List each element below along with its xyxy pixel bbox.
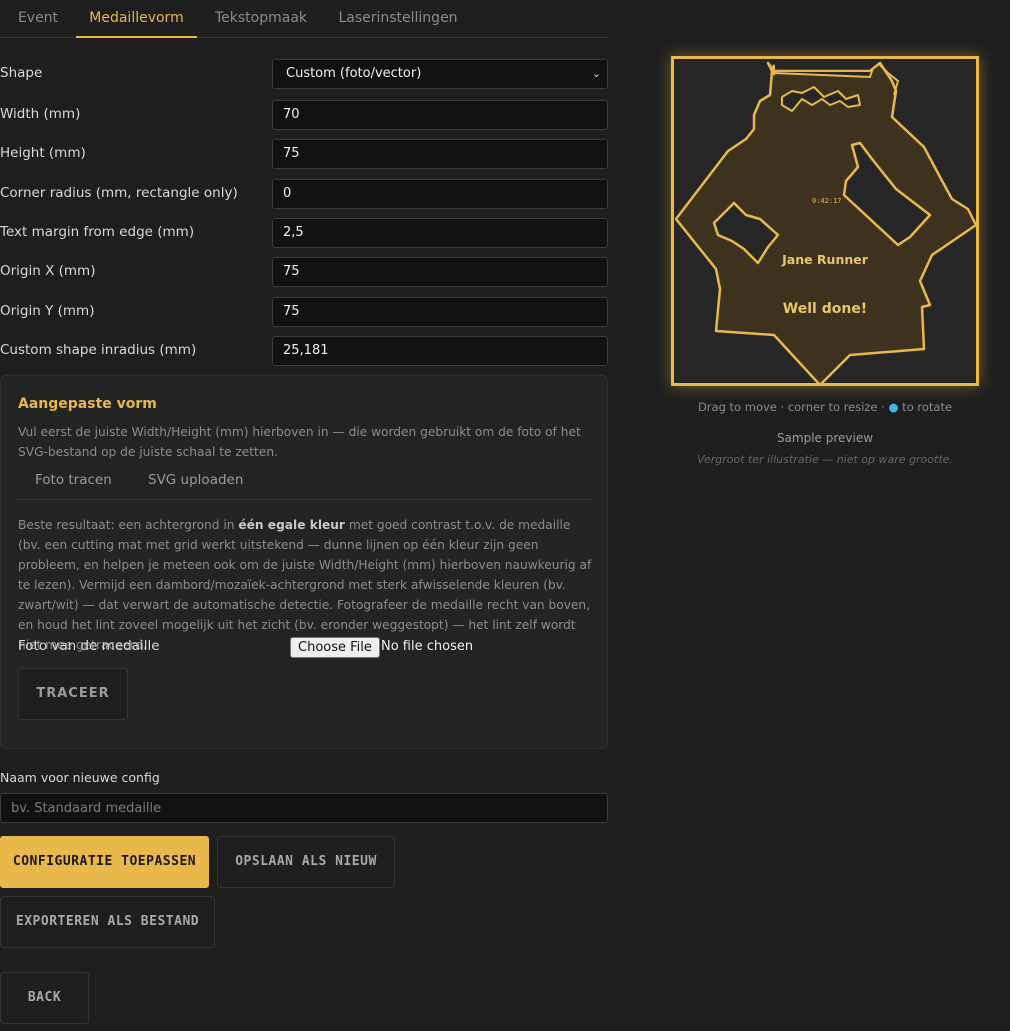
- subtab-foto-tracen[interactable]: Foto tracen: [35, 472, 112, 488]
- help-text-bold: één egale kleur: [238, 518, 345, 532]
- preview-message-text: Well done!: [782, 301, 868, 317]
- corner-radius-input[interactable]: 0: [272, 179, 608, 209]
- origin-y-row: Origin Y (mm) 75: [0, 297, 608, 327]
- shape-select-value: Custom (foto/vector): [286, 66, 422, 81]
- corner-radius-row: Corner radius (mm, rectangle only) 0: [0, 179, 608, 209]
- trace-button[interactable]: TRACEER: [18, 668, 128, 720]
- text-margin-row: Text margin from edge (mm) 2,5: [0, 218, 608, 248]
- height-row: Height (mm) 75: [0, 139, 608, 169]
- hint-text-end: to rotate: [898, 400, 953, 414]
- origin-y-label: Origin Y (mm): [0, 303, 95, 319]
- custom-shape-panel: Aangepaste vorm Vul eerst de juiste Widt…: [0, 375, 608, 749]
- subtab-bar: Foto tracen SVG uploaden: [18, 470, 593, 500]
- inradius-input[interactable]: 25,181: [272, 336, 608, 366]
- tab-event[interactable]: Event: [0, 0, 76, 38]
- subtab-svg-uploaden[interactable]: SVG uploaden: [148, 472, 243, 488]
- shape-select[interactable]: Custom (foto/vector) ⌄: [272, 59, 608, 89]
- preview-hint: Drag to move · corner to resize · ● to r…: [671, 400, 979, 414]
- height-label: Height (mm): [0, 145, 86, 161]
- width-input[interactable]: 70: [272, 100, 608, 130]
- apply-config-button[interactable]: CONFIGURATIE TOEPASSEN: [0, 836, 209, 888]
- corner-radius-label: Corner radius (mm, rectangle only): [0, 185, 238, 201]
- medal-outline-shape: [674, 61, 976, 383]
- export-file-button[interactable]: EXPORTEREN ALS BESTAND: [0, 896, 215, 948]
- origin-y-input[interactable]: 75: [272, 297, 608, 327]
- tab-medaillevorm[interactable]: Medaillevorm: [76, 0, 197, 38]
- width-row: Width (mm) 70: [0, 100, 608, 130]
- panel-intro: Vul eerst de juiste Width/Height (mm) hi…: [18, 425, 581, 459]
- shape-label: Shape: [0, 65, 43, 81]
- tab-bar: Event Medaillevorm Tekstopmaak Laserinst…: [0, 0, 608, 38]
- text-margin-input[interactable]: 2,5: [272, 218, 608, 248]
- preview-name-text: Jane Runner: [782, 252, 868, 267]
- config-name-label: Naam voor nieuwe config: [0, 770, 160, 785]
- file-status: No file chosen: [381, 639, 474, 654]
- tab-laserinstellingen[interactable]: Laserinstellingen: [325, 0, 471, 38]
- preview-time-text: 0:42:17: [812, 197, 842, 205]
- origin-x-label: Origin X (mm): [0, 263, 96, 279]
- sample-preview-label: Sample preview: [776, 431, 874, 445]
- inradius-label: Custom shape inradius (mm): [0, 342, 197, 358]
- tab-tekstopmaak[interactable]: Tekstopmaak: [197, 0, 325, 38]
- text-margin-label: Text margin from edge (mm): [0, 224, 195, 240]
- width-label: Width (mm): [0, 106, 81, 122]
- panel-help-text: Beste resultaat: een achtergrond in één …: [18, 515, 595, 655]
- photo-label: Foto van de medaille: [18, 638, 160, 654]
- shape-row: Shape Custom (foto/vector) ⌄: [0, 59, 608, 89]
- save-as-new-button[interactable]: OPSLAAN ALS NIEUW: [217, 836, 395, 888]
- inradius-row: Custom shape inradius (mm) 25,181: [0, 336, 608, 366]
- help-text-rest: met goed contrast t.o.v. de medaille (bv…: [18, 518, 592, 652]
- back-button[interactable]: BACK: [0, 972, 89, 1024]
- config-name-input[interactable]: [0, 793, 608, 823]
- scale-note: Vergroot ter illustratie — niet op ware …: [697, 453, 953, 466]
- medal-preview[interactable]: [671, 56, 979, 386]
- chevron-down-icon: ⌄: [591, 67, 601, 80]
- height-input[interactable]: 75: [272, 139, 608, 169]
- panel-title: Aangepaste vorm: [18, 396, 157, 412]
- rotate-handle-icon: ●: [888, 400, 899, 414]
- help-text-start: Beste resultaat: een achtergrond in: [18, 518, 239, 532]
- hint-text-start: Drag to move · corner to resize ·: [697, 400, 889, 414]
- choose-file-button[interactable]: Choose File: [290, 637, 380, 658]
- origin-x-input[interactable]: 75: [272, 257, 608, 287]
- origin-x-row: Origin X (mm) 75: [0, 257, 608, 287]
